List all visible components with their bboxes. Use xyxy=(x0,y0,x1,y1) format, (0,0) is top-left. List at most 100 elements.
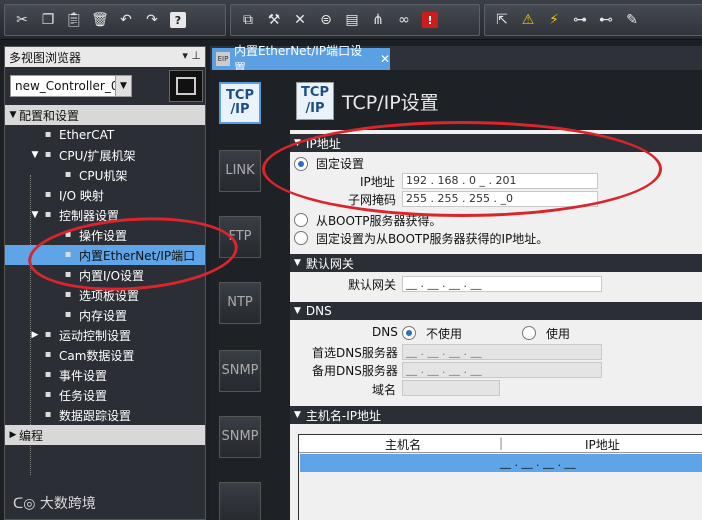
subnet-mask-field[interactable]: 255 . 255 . 255 . _0 xyxy=(402,191,598,207)
tree-section[interactable]: ▼ 配置和设置 xyxy=(5,105,205,125)
tree-item-label: 操作设置 xyxy=(79,228,128,243)
tree-item[interactable]: ▪ 内置I/O设置 xyxy=(5,265,205,285)
section-title: DNS xyxy=(305,304,332,318)
primary-dns-field[interactable]: __ . __ . __ . __ xyxy=(402,344,602,360)
window-icon[interactable]: ⧉ xyxy=(235,7,261,33)
tool-icon[interactable]: ✎ xyxy=(619,7,645,33)
section-title: IP地址 xyxy=(305,136,341,151)
category-button[interactable]: SNMP xyxy=(219,350,261,392)
tree-item[interactable]: ▪ 任务设置 xyxy=(5,385,205,405)
cut-icon[interactable]: ✂ xyxy=(9,7,35,33)
cross-icon[interactable]: ✕ xyxy=(287,7,313,33)
tree-item[interactable]: ▪ CPU机架 xyxy=(5,165,205,185)
tree-item-label: 事件设置 xyxy=(59,368,108,383)
tcpip-settings-panel: TCP/IP TCP/IP设置 ▼ IP地址 固定设置 IP地址 192 . 1… xyxy=(290,76,702,520)
category-button[interactable]: NTP xyxy=(219,282,261,324)
online-toolbar-group: ⇱ ⚠ ⚡ ⊶ ⊷ ✎ xyxy=(484,4,702,36)
transfer-icon[interactable]: ▤ xyxy=(339,7,365,33)
expand-toggle-icon[interactable]: ▼ xyxy=(29,150,41,160)
compare-icon[interactable]: ⊜ xyxy=(313,7,339,33)
controller-row: new_Controller_0 ▼ xyxy=(5,67,205,103)
tree-section[interactable]: ▶ 编程 xyxy=(5,425,205,445)
table-row[interactable]: __ . __ . __ . __ xyxy=(300,454,702,472)
tree-item-label: 内置I/O设置 xyxy=(79,268,145,283)
category-button-label: LINK xyxy=(225,163,255,178)
dns-section-header[interactable]: ▼ DNS xyxy=(290,302,702,320)
warning-icon[interactable]: ⚠ xyxy=(515,7,541,33)
redo-icon[interactable]: ↷ xyxy=(139,7,165,33)
pin-icon[interactable]: ▾ ⊥ xyxy=(182,49,201,62)
binoculars-icon[interactable]: ∞ xyxy=(391,7,417,33)
table-cell-ip[interactable]: __ . __ . __ . __ xyxy=(500,456,575,469)
tree-item[interactable]: ▪ 内存设置 xyxy=(5,305,205,325)
fixed-setting-radio[interactable] xyxy=(294,157,308,171)
secondary-dns-field[interactable]: __ . __ . __ . __ xyxy=(402,362,602,378)
builtin-io-icon: ▪ xyxy=(64,269,72,280)
category-button[interactable] xyxy=(219,482,261,520)
category-button[interactable]: SNMP xyxy=(219,416,261,458)
tcpip-icon: TCP/IP xyxy=(296,82,334,120)
section-title: 默认网关 xyxy=(305,256,354,271)
online-icon[interactable]: ⇱ xyxy=(489,7,515,33)
default-gateway-field[interactable]: __ . __ . __ . __ xyxy=(402,276,602,292)
category-button[interactable]: FTP xyxy=(219,216,261,258)
build-toolbar-group: ⧉ ⚒ ✕ ⊜ ▤ ⋔ ∞ ! xyxy=(230,4,480,36)
undo-icon[interactable]: ↶ xyxy=(113,7,139,33)
stop-icon[interactable]: ! xyxy=(417,7,443,33)
tree-item-label: CPU机架 xyxy=(79,168,128,183)
network-icon[interactable]: ⋔ xyxy=(365,7,391,33)
io-map-icon: ▪ xyxy=(44,189,52,200)
edit-toolbar-group: ✂ ❐ 📋︎ 🗑︎ ↶ ↷ ? xyxy=(4,4,226,36)
dns-use-radio[interactable] xyxy=(522,326,536,340)
domain-name-label: 域名 xyxy=(372,383,397,397)
tree-item[interactable]: ▶ ▪ 运动控制设置 xyxy=(5,325,205,345)
tree-item[interactable]: ▪ 内置EtherNet/IP端口 xyxy=(5,245,205,265)
tab-ethernet-ip-settings[interactable]: EIP 内置EtherNet/IP端口设置 ✕ xyxy=(212,44,390,75)
controller-select[interactable]: new_Controller_0 ▼ xyxy=(10,75,132,97)
tree-item[interactable]: ▪ Cam数据设置 xyxy=(5,345,205,365)
tree-item[interactable]: ▪ EtherCAT xyxy=(5,125,205,145)
tree-item-label: I/O 映射 xyxy=(59,188,104,203)
tree-item[interactable]: ▼ ▪ CPU/扩展机架 xyxy=(5,145,205,165)
watermark-text: 大数跨境 xyxy=(39,496,96,512)
tree-item[interactable]: ▪ 选项板设置 xyxy=(5,285,205,305)
tree-item-label: Cam数据设置 xyxy=(59,348,135,363)
dns-unused-radio[interactable] xyxy=(402,326,416,340)
chain-icon[interactable]: ⊷ xyxy=(593,7,619,33)
host-ip-section-header[interactable]: ▼ 主机名-IP地址 xyxy=(290,406,702,424)
section-title: 主机名-IP地址 xyxy=(305,408,382,423)
multiview-explorer: 多视图浏览器 ▾ ⊥ new_Controller_0 ▼ ▼ 配置和设置 ▪ Eth… xyxy=(4,46,206,520)
tree-item-label: 数据跟踪设置 xyxy=(59,408,132,423)
ip-address-field[interactable]: 192 . 168 . 0 _ . 201 xyxy=(402,173,598,189)
bootp-fixed-radio[interactable] xyxy=(294,231,308,245)
build-icon[interactable]: ⚒ xyxy=(261,7,287,33)
table-header: 主机名 | IP地址 xyxy=(299,435,702,453)
collapse-icon: ▼ xyxy=(294,306,301,316)
delete-icon[interactable]: 🗑︎ xyxy=(87,7,113,33)
copy-icon[interactable]: ❐ xyxy=(35,7,61,33)
close-icon[interactable]: ✕ xyxy=(380,52,390,66)
expand-toggle-icon[interactable]: ▶ xyxy=(29,330,41,340)
tree-item[interactable]: ▪ 操作设置 xyxy=(5,225,205,245)
ip-address-section-header[interactable]: ▼ IP地址 xyxy=(290,134,702,152)
tree-item[interactable]: ▪ 事件设置 xyxy=(5,365,205,385)
tree-item[interactable]: ▪ I/O 映射 xyxy=(5,185,205,205)
default-gateway-section-header[interactable]: ▼ 默认网关 xyxy=(290,254,702,272)
expand-toggle-icon[interactable]: ▼ xyxy=(7,110,19,120)
chevron-down-icon[interactable]: ▼ xyxy=(115,76,131,96)
category-button-label: NTP xyxy=(227,295,253,310)
bootp-radio[interactable] xyxy=(294,213,308,227)
category-button[interactable]: TCP /IP xyxy=(219,82,261,124)
category-button[interactable]: LINK xyxy=(219,150,261,192)
tree-item-label: 任务设置 xyxy=(59,388,108,403)
link-icon[interactable]: ⊶ xyxy=(567,7,593,33)
tree-item[interactable]: ▪ 数据跟踪设置 xyxy=(5,405,205,425)
expand-toggle-icon[interactable]: ▼ xyxy=(29,210,41,220)
domain-name-field[interactable] xyxy=(402,380,500,396)
expand-toggle-icon[interactable]: ▶ xyxy=(7,430,19,440)
operation-icon: ▪ xyxy=(64,229,72,240)
paste-icon[interactable]: 📋︎ xyxy=(61,7,87,33)
force-icon[interactable]: ⚡ xyxy=(541,7,567,33)
tree-item[interactable]: ▼ ▪ 控制器设置 xyxy=(5,205,205,225)
help-icon[interactable]: ? xyxy=(165,7,191,33)
